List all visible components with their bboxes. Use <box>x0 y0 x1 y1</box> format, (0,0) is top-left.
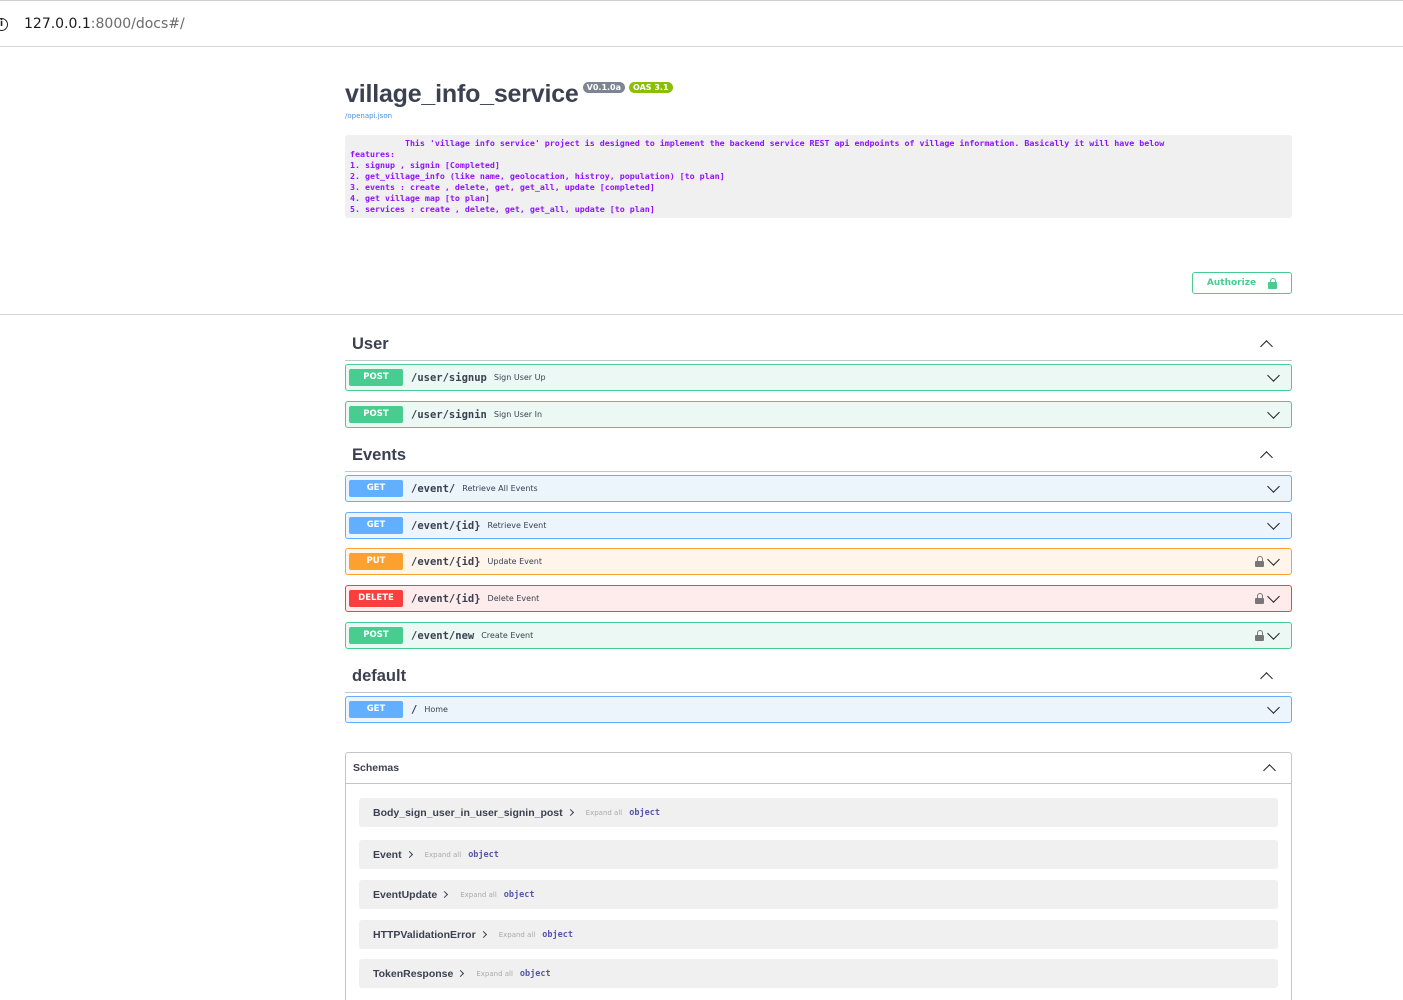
model-name: EventUpdate <box>373 888 438 901</box>
operation-path: /user/signup <box>411 371 487 384</box>
browser-url-bar[interactable]: i 127.0.0.1:8000/docs#/ <box>0 0 1403 47</box>
expand-all-link[interactable]: Expand all <box>460 891 497 899</box>
chevron-down-icon[interactable] <box>1267 517 1280 530</box>
operation-get-home[interactable]: GET / Home <box>345 696 1292 723</box>
operation-summary: Sign User Up <box>493 373 546 382</box>
method-badge: POST <box>349 369 403 386</box>
method-badge: POST <box>349 627 403 644</box>
tag-name: Events <box>352 446 407 464</box>
tag-name: User <box>352 335 389 353</box>
openapi-json-link[interactable]: /openapi.json <box>345 112 392 120</box>
operation-path: /event/ <box>411 482 456 495</box>
chevron-up-icon[interactable] <box>1260 451 1273 464</box>
chevron-right-icon[interactable] <box>441 890 449 899</box>
schema-model[interactable]: HTTPValidationError Expand all object <box>359 920 1278 949</box>
operation-path: / <box>411 703 418 716</box>
chevron-down-icon[interactable] <box>1267 553 1280 566</box>
chevron-up-icon[interactable] <box>1263 764 1276 777</box>
lock-icon[interactable] <box>1255 556 1264 567</box>
schemas-section: Schemas Body_sign_user_in_user_signin_po… <box>345 752 1292 1000</box>
lock-icon[interactable] <box>1255 630 1264 641</box>
url-path: :8000/docs#/ <box>90 16 185 32</box>
operation-post-event-new[interactable]: POST /event/new Create Event <box>345 622 1292 649</box>
model-name: HTTPValidationError <box>373 928 476 941</box>
schemas-title: Schemas <box>353 762 400 774</box>
authorize-button[interactable]: Authorize <box>1192 272 1292 294</box>
operation-path: /event/{id} <box>411 519 481 532</box>
chevron-right-icon[interactable] <box>405 850 413 859</box>
operation-get-event-id[interactable]: GET /event/{id} Retrieve Event <box>345 512 1292 539</box>
chevron-up-icon[interactable] <box>1260 340 1273 353</box>
model-name: TokenResponse <box>373 967 454 980</box>
chevron-right-icon[interactable] <box>566 808 574 817</box>
site-info-icon[interactable]: i <box>0 18 8 31</box>
expand-all-link[interactable]: Expand all <box>586 809 623 817</box>
method-badge: DELETE <box>349 590 403 607</box>
schema-model[interactable]: Body_sign_user_in_user_signin_post Expan… <box>359 798 1278 827</box>
chevron-up-icon[interactable] <box>1260 672 1273 685</box>
operation-summary: Retrieve All Events <box>462 484 538 493</box>
unlocked-icon <box>1268 277 1278 289</box>
method-badge: PUT <box>349 553 403 570</box>
tag-name: default <box>352 667 407 685</box>
model-name: Body_sign_user_in_user_signin_post <box>373 806 563 819</box>
chevron-down-icon[interactable] <box>1267 590 1280 603</box>
operation-post-user-signup[interactable]: POST /user/signup Sign User Up <box>345 364 1292 391</box>
chevron-down-icon[interactable] <box>1267 701 1280 714</box>
authorize-label: Authorize <box>1206 278 1257 288</box>
chevron-down-icon[interactable] <box>1267 480 1280 493</box>
url-host: 127.0.0.1 <box>24 16 91 32</box>
model-type: object <box>629 807 660 818</box>
schema-model[interactable]: Event Expand all object <box>359 840 1278 869</box>
method-badge: GET <box>349 480 403 497</box>
chevron-right-icon[interactable] <box>479 930 487 939</box>
chevron-right-icon[interactable] <box>457 969 465 978</box>
model-type: object <box>542 929 573 940</box>
section-divider <box>0 314 1403 315</box>
url-text[interactable]: 127.0.0.1:8000/docs#/ <box>24 16 185 32</box>
expand-all-link[interactable]: Expand all <box>499 931 536 939</box>
oas-badge: OAS 3.1 <box>629 82 673 93</box>
lock-icon[interactable] <box>1255 593 1264 604</box>
operation-put-event-id[interactable]: PUT /event/{id} Update Event <box>345 548 1292 575</box>
operation-summary: Retrieve Event <box>487 521 547 530</box>
operation-path: /event/{id} <box>411 592 481 605</box>
chevron-down-icon[interactable] <box>1267 406 1280 419</box>
model-type: object <box>468 849 499 860</box>
method-badge: POST <box>349 406 403 423</box>
operation-summary: Delete Event <box>487 594 540 603</box>
schema-model[interactable]: TokenResponse Expand all object <box>359 959 1278 988</box>
tag-default[interactable]: default <box>345 663 1292 693</box>
expand-all-link[interactable]: Expand all <box>476 970 513 978</box>
model-name: Event <box>373 848 402 861</box>
expand-all-link[interactable]: Expand all <box>425 851 462 859</box>
operation-post-user-signin[interactable]: POST /user/signin Sign User In <box>345 401 1292 428</box>
model-type: object <box>519 968 551 979</box>
model-type: object <box>503 889 535 900</box>
chevron-down-icon[interactable] <box>1267 369 1280 382</box>
operation-delete-event-id[interactable]: DELETE /event/{id} Delete Event <box>345 585 1292 612</box>
operation-path: /event/{id} <box>411 555 481 568</box>
api-description: This 'village info service' project is d… <box>345 135 1292 218</box>
version-badge: V0.1.0a <box>582 82 626 93</box>
tag-user[interactable]: User <box>345 331 1292 361</box>
operation-path: /event/new <box>411 629 475 642</box>
schemas-header[interactable]: Schemas <box>346 753 1291 784</box>
schema-model[interactable]: EventUpdate Expand all object <box>359 880 1278 909</box>
tag-events[interactable]: Events <box>345 442 1292 472</box>
operation-summary: Update Event <box>487 557 542 566</box>
operation-summary: Home <box>424 705 448 714</box>
method-badge: GET <box>349 517 403 534</box>
api-title: village_info_service <box>345 80 579 108</box>
chevron-down-icon[interactable] <box>1267 627 1280 640</box>
operation-path: /user/signin <box>411 408 487 421</box>
operation-get-events[interactable]: GET /event/ Retrieve All Events <box>345 475 1292 502</box>
method-badge: GET <box>349 701 403 718</box>
operation-summary: Create Event <box>481 631 534 640</box>
api-info-header: village_info_service V0.1.0a OAS 3.1 <box>345 80 673 109</box>
operation-summary: Sign User In <box>493 410 543 419</box>
